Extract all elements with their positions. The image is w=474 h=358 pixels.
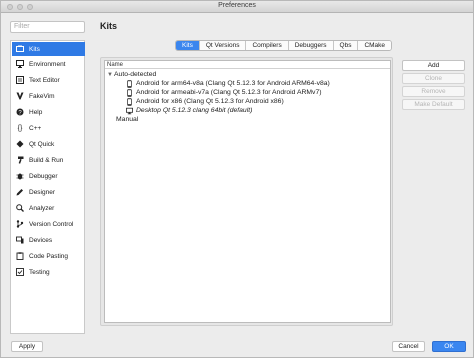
title-bar: Preferences xyxy=(1,1,473,13)
devices-icon xyxy=(16,236,24,244)
version-control-icon xyxy=(16,220,24,228)
kit-name: Android for armeabi-v7a (Clang Qt 5.12.3… xyxy=(136,89,322,96)
tree-group-manual[interactable]: Manual xyxy=(116,115,138,124)
sidebar-item-label: Analyzer xyxy=(29,204,55,212)
tree-group-label: Auto-detected xyxy=(114,71,157,78)
phone-icon xyxy=(126,97,133,106)
fakevim-icon xyxy=(16,92,24,100)
sidebar-item-label: Code Pasting xyxy=(29,252,69,260)
braces-icon: {} xyxy=(17,124,23,132)
sidebar-item-cpp[interactable]: {} C++ xyxy=(12,121,85,135)
sidebar: Kits Environment Text Editor FakeVim ? H… xyxy=(10,40,85,334)
window-title: Preferences xyxy=(218,2,256,9)
pencil-icon xyxy=(16,188,24,196)
desktop-icon xyxy=(126,106,133,115)
tab-compilers[interactable]: Compilers xyxy=(246,41,289,50)
sidebar-item-designer[interactable]: Designer xyxy=(12,185,85,199)
text-editor-icon xyxy=(16,76,24,84)
tab-qt-versions[interactable]: Qt Versions xyxy=(199,41,247,50)
tree-group-auto-detected[interactable]: ▼ Auto-detected xyxy=(107,70,156,79)
sidebar-item-text-editor[interactable]: Text Editor xyxy=(12,73,85,87)
sidebar-item-label: Designer xyxy=(29,188,56,196)
sidebar-item-testing[interactable]: Testing xyxy=(12,265,85,279)
sidebar-item-label: Devices xyxy=(29,236,53,244)
tab-kits[interactable]: Kits xyxy=(176,41,200,50)
add-button[interactable]: Add xyxy=(402,60,465,71)
sidebar-item-label: Build & Run xyxy=(29,156,64,164)
clone-button[interactable]: Clone xyxy=(402,73,465,84)
sidebar-item-qt-quick[interactable]: Qt Quick xyxy=(12,137,85,151)
tree-row-kit-default[interactable]: Desktop Qt 5.12.3 clang 64bit (default) xyxy=(126,106,252,115)
sidebar-item-label: Debugger xyxy=(29,172,58,180)
sidebar-item-label: Environment xyxy=(29,60,66,68)
sidebar-item-version-control[interactable]: Version Control xyxy=(12,217,85,231)
sidebar-item-label: C++ xyxy=(29,124,42,132)
page-title: Kits xyxy=(100,21,118,31)
ok-button[interactable]: OK xyxy=(432,341,466,352)
help-icon: ? xyxy=(16,108,24,116)
sidebar-item-debugger[interactable]: Debugger xyxy=(12,169,85,183)
kits-icon xyxy=(16,45,24,53)
kit-name: Android for x86 (Clang Qt 5.12.3 for And… xyxy=(136,98,284,105)
sidebar-item-label: Help xyxy=(29,108,43,116)
tab-debuggers[interactable]: Debuggers xyxy=(288,41,334,50)
sidebar-item-help[interactable]: ? Help xyxy=(12,105,85,119)
tree-row-kit[interactable]: Android for x86 (Clang Qt 5.12.3 for And… xyxy=(126,97,284,106)
monitor-icon xyxy=(16,60,24,68)
sidebar-item-devices[interactable]: Devices xyxy=(12,233,85,247)
sidebar-item-label: Version Control xyxy=(29,220,74,228)
sidebar-item-label: Qt Quick xyxy=(29,140,55,148)
tab-cmake[interactable]: CMake xyxy=(358,41,392,50)
tree-row-kit[interactable]: Android for armeabi-v7a (Clang Qt 5.12.3… xyxy=(126,88,322,97)
sidebar-item-label: Testing xyxy=(29,268,50,276)
disclosure-triangle-icon[interactable]: ▼ xyxy=(107,72,114,78)
tab-qbs[interactable]: Qbs xyxy=(333,41,359,50)
remove-button[interactable]: Remove xyxy=(402,86,465,97)
testing-icon xyxy=(16,268,24,276)
kits-tree[interactable]: Name ▼ Auto-detected Android for arm64-v… xyxy=(104,60,391,323)
tab-bar: Kits Qt Versions Compilers Debuggers Qbs… xyxy=(175,40,393,51)
kit-name: Android for arm64-v8a (Clang Qt 5.12.3 f… xyxy=(136,80,330,87)
clipboard-icon xyxy=(16,252,24,260)
qt-quick-icon xyxy=(16,140,24,148)
tree-row-kit[interactable]: Android for arm64-v8a (Clang Qt 5.12.3 f… xyxy=(126,79,330,88)
sidebar-item-fakevim[interactable]: FakeVim xyxy=(12,89,85,103)
sidebar-item-label: Kits xyxy=(29,45,40,53)
sidebar-item-analyzer[interactable]: Analyzer xyxy=(12,201,85,215)
filter-input[interactable]: Filter xyxy=(10,21,85,33)
sidebar-item-build-run[interactable]: Build & Run xyxy=(12,153,85,167)
tree-group-label: Manual xyxy=(116,116,139,123)
sidebar-item-environment[interactable]: Environment xyxy=(12,57,85,71)
analyzer-icon xyxy=(16,204,24,212)
phone-icon xyxy=(126,88,133,97)
sidebar-item-kits[interactable]: Kits xyxy=(12,42,85,56)
apply-button[interactable]: Apply xyxy=(11,341,43,352)
cancel-button[interactable]: Cancel xyxy=(392,341,425,352)
sidebar-item-label: FakeVim xyxy=(29,92,55,100)
make-default-button[interactable]: Make Default xyxy=(402,99,465,110)
sidebar-item-label: Text Editor xyxy=(29,76,60,84)
preferences-window: Preferences Filter Kits Environment Text… xyxy=(0,0,474,358)
kit-name: Desktop Qt 5.12.3 clang 64bit (default) xyxy=(136,107,253,114)
phone-icon xyxy=(126,79,133,88)
sidebar-item-code-pasting[interactable]: Code Pasting xyxy=(12,249,85,263)
column-header-name[interactable]: Name xyxy=(105,61,390,69)
bug-icon xyxy=(16,172,24,180)
hammer-icon xyxy=(16,156,24,164)
